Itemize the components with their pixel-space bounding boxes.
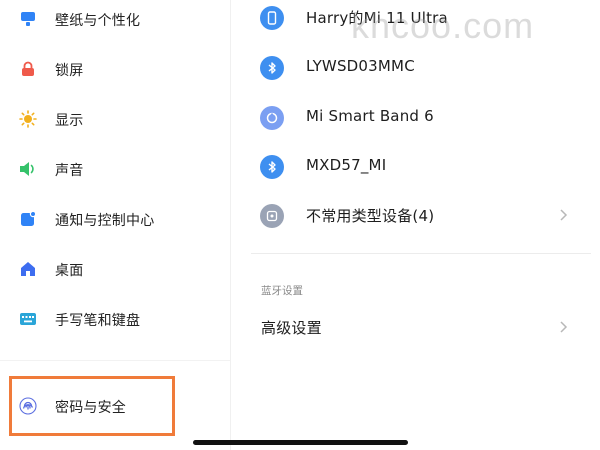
chevron-right-icon	[560, 321, 568, 333]
sidebar-item-label: 壁纸与个性化	[55, 13, 141, 29]
home-indicator[interactable]	[193, 440, 408, 445]
sidebar-item-display[interactable]: 显示	[0, 94, 230, 144]
band-icon	[260, 106, 284, 130]
chevron-right-icon	[560, 209, 568, 221]
device-item[interactable]: LYWSD03MMC	[231, 44, 600, 92]
sidebar-item-notifications[interactable]: 通知与控制中心	[0, 194, 230, 244]
notification-icon	[19, 210, 37, 228]
sidebar-item-label: 锁屏	[55, 63, 84, 79]
device-name: Mi Smart Band 6	[306, 107, 434, 125]
sun-icon	[19, 110, 37, 128]
device-icon	[260, 204, 284, 228]
settings-sidebar: 壁纸与个性化 锁屏 显示 声音 通知与控制中心 桌面 手写笔和键盘 密码与安全	[0, 0, 230, 450]
uncommon-devices-row[interactable]: 不常用类型设备(4)	[231, 192, 600, 240]
sidebar-item-lockscreen[interactable]: 锁屏	[0, 44, 230, 94]
sidebar-item-desktop[interactable]: 桌面	[0, 244, 230, 294]
advanced-settings-label: 高级设置	[261, 319, 322, 337]
device-name: MXD57_MI	[306, 156, 387, 174]
keyboard-icon	[19, 310, 37, 328]
watermark: khcoo.com	[351, 5, 535, 46]
bluetooth-icon	[260, 155, 284, 179]
home-icon	[19, 260, 37, 278]
sidebar-divider	[0, 360, 230, 361]
sidebar-item-label: 显示	[55, 113, 84, 129]
lock-icon	[19, 60, 37, 78]
device-name: 不常用类型设备(4)	[306, 207, 435, 225]
bluetooth-devices-pane: Harry的Mi 11 Ultra LYWSD03MMC Mi Smart Ba…	[231, 0, 600, 450]
wallpaper-icon	[19, 10, 37, 28]
sidebar-item-stylus-keyboard[interactable]: 手写笔和键盘	[0, 294, 230, 344]
section-divider	[251, 253, 591, 254]
sidebar-item-label: 桌面	[55, 263, 84, 279]
sidebar-item-label: 通知与控制中心	[55, 213, 155, 229]
phone-icon	[260, 6, 284, 30]
section-label: 蓝牙设置	[261, 285, 303, 297]
advanced-settings-row[interactable]: 高级设置	[231, 304, 600, 352]
device-name: LYWSD03MMC	[306, 57, 415, 75]
speaker-icon	[19, 160, 37, 178]
sidebar-item-label: 手写笔和键盘	[55, 313, 141, 329]
device-item[interactable]: Mi Smart Band 6	[231, 94, 600, 142]
sidebar-item-sound[interactable]: 声音	[0, 144, 230, 194]
bluetooth-icon	[260, 56, 284, 80]
device-item[interactable]: MXD57_MI	[231, 143, 600, 191]
sidebar-item-label: 声音	[55, 163, 84, 179]
highlight-frame	[9, 376, 175, 436]
sidebar-item-wallpaper[interactable]: 壁纸与个性化	[0, 0, 230, 50]
